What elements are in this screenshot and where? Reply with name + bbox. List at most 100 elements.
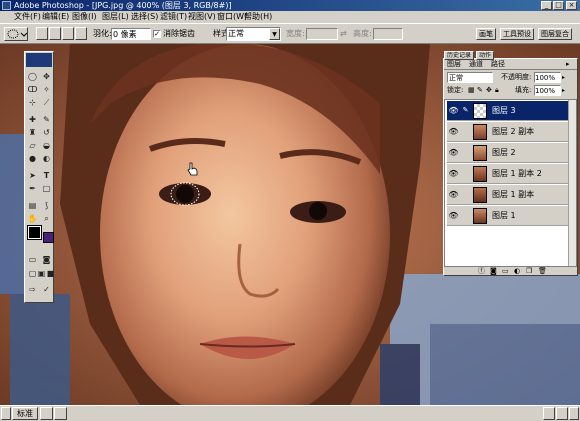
zoom-tool-icon[interactable]: ⌕ bbox=[40, 213, 53, 225]
eyedropper-tool-icon[interactable]: ⟆ bbox=[40, 200, 53, 212]
layer-row[interactable]: 👁︎ 图层 2 副本 bbox=[447, 122, 575, 142]
quick-mask-mode-icon[interactable]: ◙ bbox=[40, 254, 53, 266]
tray-icon-b[interactable] bbox=[556, 407, 568, 420]
fill-arrow-icon[interactable]: ▸ bbox=[562, 85, 565, 96]
layers-scrollbar[interactable] bbox=[568, 100, 576, 266]
blur-tool-icon[interactable]: ● bbox=[26, 153, 39, 165]
lock-transparent-icon[interactable]: ▦ bbox=[468, 85, 475, 96]
hand-tool-icon[interactable]: ✋ bbox=[26, 213, 39, 225]
eye-icon[interactable]: 👁︎ bbox=[448, 210, 459, 221]
tab-layer-comps[interactable]: 图层复合 bbox=[538, 28, 572, 40]
checkmark-icon[interactable]: ✓ bbox=[40, 284, 53, 296]
subtract-selection-button[interactable] bbox=[62, 27, 74, 40]
link-slot[interactable] bbox=[460, 189, 471, 200]
shape-tool-icon[interactable]: □ bbox=[40, 183, 53, 195]
menu-file[interactable]: 文件(F) bbox=[14, 11, 41, 23]
eye-icon[interactable]: 👁︎ bbox=[448, 168, 459, 179]
layer-row[interactable]: 👁︎ 图层 2 bbox=[447, 143, 575, 163]
lock-position-icon[interactable]: ✥ bbox=[486, 85, 492, 96]
menu-layer[interactable]: 图层(L) bbox=[102, 11, 129, 23]
minimize-button[interactable]: _ bbox=[541, 1, 552, 10]
path-selection-tool-icon[interactable]: ➤ bbox=[26, 170, 39, 182]
fill-input[interactable]: 100% bbox=[534, 85, 561, 96]
panel-menu-icon[interactable]: ▸ bbox=[566, 59, 570, 70]
layer-row[interactable]: 👁︎ 图层 1 副本 2 bbox=[447, 164, 575, 184]
tool-preset-picker[interactable] bbox=[4, 27, 28, 41]
dodge-tool-icon[interactable]: ◐ bbox=[40, 153, 53, 165]
lock-all-icon[interactable]: 🔒︎ bbox=[495, 85, 499, 96]
style-select[interactable]: 正常 ▼ bbox=[226, 27, 281, 41]
brush-icon[interactable]: ✎ bbox=[460, 105, 471, 116]
tab-layers[interactable]: 图层 bbox=[447, 59, 461, 70]
eye-icon[interactable]: 👁︎ bbox=[448, 147, 459, 158]
new-layer-icon[interactable]: ❐ bbox=[526, 267, 532, 276]
paint-bucket-tool-icon[interactable]: ◒ bbox=[40, 140, 53, 152]
eye-icon[interactable]: 👁︎ bbox=[448, 105, 459, 116]
marquee-tool-icon[interactable]: ◯ bbox=[26, 71, 39, 83]
type-tool-icon[interactable]: T bbox=[40, 170, 53, 182]
height-input[interactable] bbox=[373, 28, 403, 40]
menu-window[interactable]: 窗口(W) bbox=[217, 11, 247, 23]
lasso-tool-icon[interactable]: ↀ bbox=[26, 84, 39, 96]
blend-mode-select[interactable]: 正常 bbox=[447, 72, 493, 83]
pen-tool-icon[interactable]: ✒ bbox=[26, 183, 39, 195]
menu-edit[interactable]: 编辑(E) bbox=[42, 11, 69, 23]
crop-tool-icon[interactable]: ⊹ bbox=[26, 97, 39, 109]
layer-row[interactable]: 👁︎ ✎ 图层 3 bbox=[447, 101, 575, 121]
tab-paths[interactable]: 路径 bbox=[491, 59, 505, 70]
link-slot[interactable] bbox=[460, 210, 471, 221]
maximize-button[interactable]: □ bbox=[553, 1, 564, 10]
layer-row[interactable]: 👁︎ 图层 1 副本 bbox=[447, 185, 575, 205]
opacity-arrow-icon[interactable]: ▸ bbox=[562, 72, 565, 83]
new-selection-button[interactable] bbox=[36, 27, 48, 40]
history-brush-tool-icon[interactable]: ↺ bbox=[40, 127, 53, 139]
background-color-swatch[interactable] bbox=[43, 232, 54, 243]
tab-channels[interactable]: 通道 bbox=[469, 59, 483, 70]
standard-mode-icon[interactable]: ▭ bbox=[26, 254, 39, 266]
add-selection-button[interactable] bbox=[49, 27, 61, 40]
clone-stamp-tool-icon[interactable]: ♜ bbox=[26, 127, 39, 139]
screen-mode-full-icon[interactable]: ■ bbox=[44, 268, 57, 280]
tab-tool-presets[interactable]: 工具预设 bbox=[500, 28, 534, 40]
link-slot[interactable] bbox=[460, 147, 471, 158]
eye-icon[interactable]: 👁︎ bbox=[448, 189, 459, 200]
layer-row[interactable]: 👁︎ 图层 1 bbox=[447, 206, 575, 226]
feather-input[interactable]: 0 像素 bbox=[111, 28, 151, 40]
move-tool-icon[interactable]: ✥ bbox=[40, 71, 53, 83]
notes-tool-icon[interactable]: ▤ bbox=[26, 200, 39, 212]
windows-logo-icon[interactable] bbox=[1, 407, 11, 420]
close-button[interactable]: × bbox=[566, 1, 577, 10]
slice-tool-icon[interactable]: ⟋ bbox=[40, 97, 53, 109]
lock-image-icon[interactable]: ✎ bbox=[477, 85, 483, 96]
adjustment-layer-icon[interactable]: ◐ bbox=[514, 267, 520, 276]
new-set-icon[interactable]: ▭ bbox=[502, 267, 509, 276]
taskbar-icon-a[interactable] bbox=[40, 407, 53, 420]
start-button[interactable]: 标准 bbox=[12, 407, 38, 420]
menu-help[interactable]: 帮助(H) bbox=[244, 11, 272, 23]
menu-view[interactable]: 视图(V) bbox=[188, 11, 216, 23]
link-slot[interactable] bbox=[460, 168, 471, 179]
layer-style-icon[interactable]: ⓕ bbox=[478, 267, 485, 276]
magic-wand-tool-icon[interactable]: ✧ bbox=[40, 84, 53, 96]
jump-to-imageready-icon[interactable]: ⇨ bbox=[26, 284, 39, 296]
menu-select[interactable]: 选择(S) bbox=[131, 11, 158, 23]
antialias-checkbox[interactable]: ✓ bbox=[153, 30, 161, 38]
tray-icon-a[interactable] bbox=[543, 407, 555, 420]
brush-tool-icon[interactable]: ✎ bbox=[40, 114, 53, 126]
healing-brush-tool-icon[interactable]: ✚ bbox=[26, 114, 39, 126]
trash-icon[interactable]: 🗑︎ bbox=[538, 267, 547, 276]
taskbar-icon-b[interactable] bbox=[54, 407, 67, 420]
eye-icon[interactable]: 👁︎ bbox=[448, 126, 459, 137]
layer-mask-icon[interactable]: ◙ bbox=[490, 267, 497, 276]
link-slot[interactable] bbox=[460, 126, 471, 137]
swap-icon[interactable]: ⇄ bbox=[340, 28, 347, 40]
tab-brushes[interactable]: 画笔 bbox=[476, 28, 496, 40]
tray-icon-c[interactable] bbox=[569, 407, 579, 420]
menu-image[interactable]: 图像(I) bbox=[72, 11, 97, 23]
menu-filter[interactable]: 滤镜(T) bbox=[160, 11, 187, 23]
eraser-tool-icon[interactable]: ▱ bbox=[26, 140, 39, 152]
foreground-color-swatch[interactable] bbox=[27, 225, 42, 240]
intersect-selection-button[interactable] bbox=[75, 27, 87, 40]
width-input[interactable] bbox=[306, 28, 338, 40]
opacity-input[interactable]: 100% bbox=[534, 72, 561, 83]
